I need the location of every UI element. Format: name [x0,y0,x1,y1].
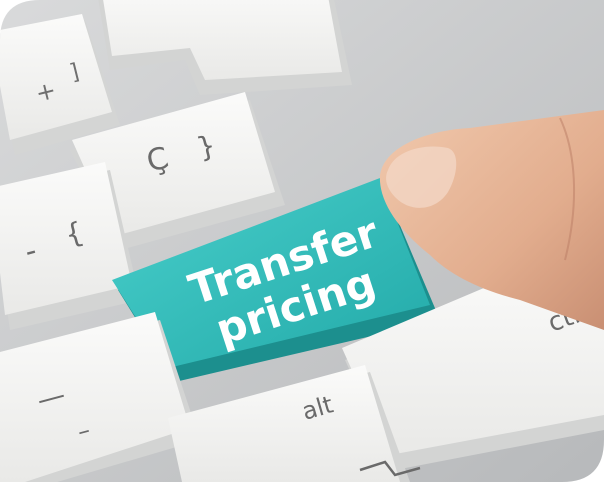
keyboard-photo: + ] Ç } - { Transfer pricing ctr [0,0,604,482]
photo-frame: + ] Ç } - { Transfer pricing ctr [0,0,604,482]
